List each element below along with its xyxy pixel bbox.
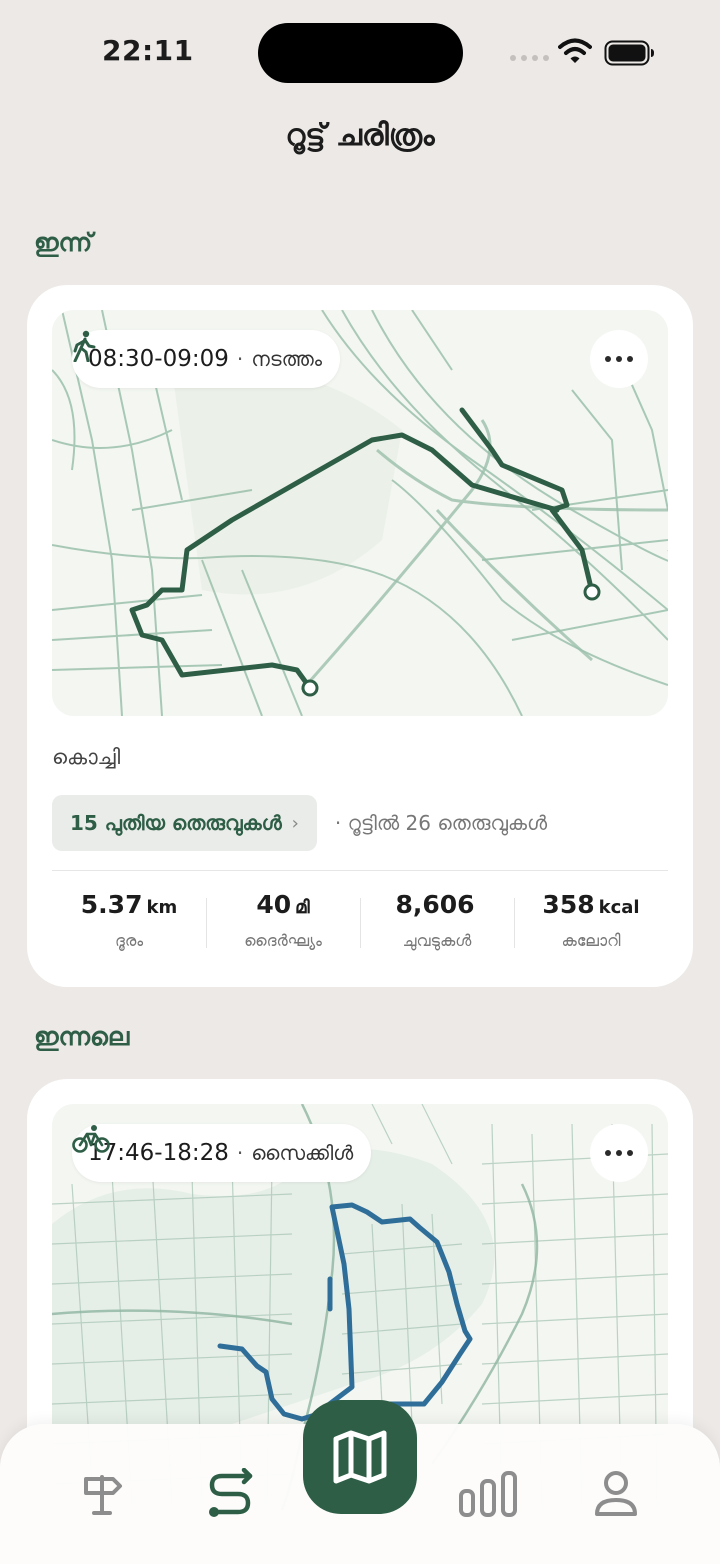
page-title: റൂട്ട് ചരിത്രം [285,118,435,153]
stat-label: ദൂരം [114,931,144,950]
stats-icon [459,1471,517,1517]
map-icon [333,1430,387,1484]
total-streets-label: · റൂട്ടിൽ 26 തെരുവുകൾ [334,811,548,835]
route-map[interactable]: 08:30-09:09 · നടത്തം [52,310,668,716]
activity-separator: · [236,347,244,371]
streets-row: 15 പുതിയ തെരുവുകൾ › · റൂട്ടിൽ 26 തെരുവുക… [52,795,668,851]
new-streets-label: 15 പുതിയ തെരുവുകൾ [70,811,282,835]
activity-separator: · [236,1141,244,1165]
tab-routes[interactable] [200,1464,260,1524]
stat-unit: kcal [598,897,640,918]
stat-value: 8,606 [395,890,475,919]
stat-label: കലോറി [561,931,621,950]
battery-icon [604,40,654,66]
tab-profile[interactable] [586,1464,646,1524]
activity-type: സൈക്കിൾ [251,1141,354,1165]
section-label-yesterday: ഇന്നലെ [34,1022,130,1051]
map-button[interactable] [303,1400,417,1514]
tab-stats[interactable] [458,1464,518,1524]
status-time: 22:11 [102,34,194,67]
activity-pill: 17:46-18:28 · സൈക്കിൾ [72,1124,372,1182]
stat-unit: km [146,897,178,918]
profile-icon [595,1471,637,1516]
stat-label: ദൈർഘ്യം [244,931,322,950]
bike-icon [72,1125,110,1153]
stat-duration: 40 മി ദൈർഘ്യം [206,890,360,960]
route-icon [209,1468,253,1517]
new-streets-button[interactable]: 15 പുതിയ തെരുവുകൾ › [52,795,317,851]
stats-row: 5.37 km ദൂരം 40 മി ദൈർഘ്യം 8,606 ചുവടുകൾ 3… [52,890,668,960]
stat-unit: മി [295,897,310,918]
wifi-icon [558,38,592,63]
stat-distance: 5.37 km ദൂരം [52,890,206,960]
chevron-right-icon: › [291,812,299,834]
stat-value: 40 [256,890,292,919]
tab-bar [0,1400,720,1564]
activity-pill: 08:30-09:09 · നടത്തം [72,330,341,388]
city-label: കൊച്ചി [52,745,121,769]
dynamic-island [258,23,463,83]
more-button[interactable] [590,330,648,388]
route-card[interactable]: 08:30-09:09 · നടത്തം കൊച്ചി 15 പുതിയ തെര… [27,285,693,987]
stat-steps: 8,606 ചുവടുകൾ [360,890,514,960]
stat-value: 358 [542,890,595,919]
section-label-today: ഇന്ന് [34,228,93,257]
signpost-icon [84,1475,122,1515]
divider [52,870,668,871]
signal-icon [510,55,549,61]
more-button[interactable] [590,1124,648,1182]
status-bar: 22:11 [0,0,720,100]
stat-label: ചുവടുകൾ [402,931,472,950]
activity-time: 08:30-09:09 [88,346,229,372]
activity-type: നടത്തം [251,347,323,371]
walk-icon [73,330,96,362]
stat-calories: 358 kcal കലോറി [514,890,668,960]
stat-value: 5.37 [80,890,143,919]
tab-signpost[interactable] [72,1464,132,1524]
